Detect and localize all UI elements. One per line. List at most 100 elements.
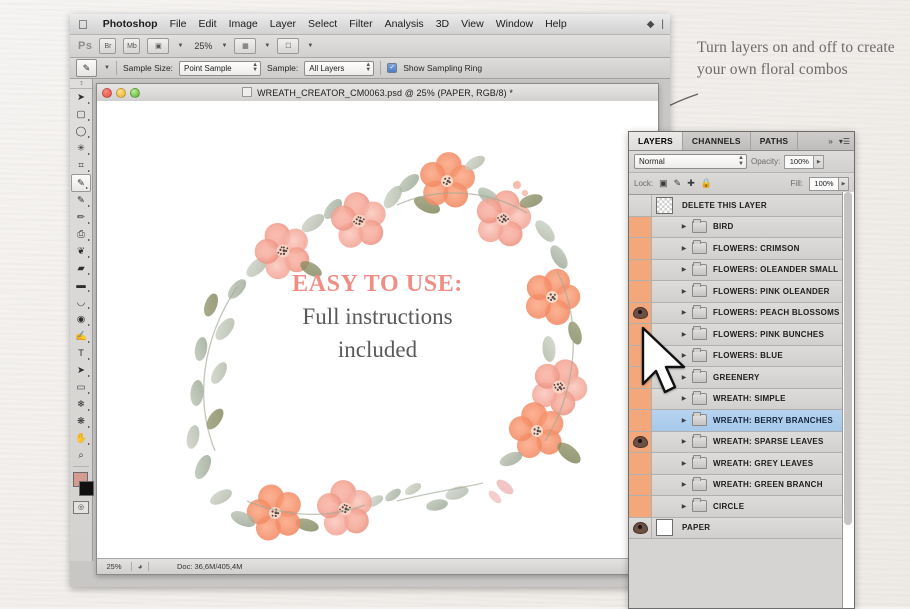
eye-off-icon[interactable] — [629, 410, 652, 431]
3d-rotate-tool[interactable]: ❄▸ — [70, 396, 92, 413]
show-sampling-ring-checkbox[interactable]: ✓ — [387, 63, 397, 73]
eye-icon[interactable] — [629, 303, 652, 324]
path-selection-tool[interactable]: ➤▸ — [70, 362, 92, 379]
group-disclosure-triangle-icon[interactable]: ▶ — [676, 460, 692, 467]
document-canvas[interactable]: EASY TO USE: Full instructions included — [97, 101, 658, 559]
color-chips[interactable] — [70, 470, 92, 500]
eyedropper-tool[interactable]: ✎▸ — [71, 174, 91, 192]
layer-row[interactable]: DELETE THIS LAYER — [629, 195, 854, 217]
menu-item-3d[interactable]: 3D — [430, 18, 455, 30]
healing-brush-tool[interactable]: ✎▸ — [70, 192, 92, 209]
blur-tool[interactable]: ◡▸ — [70, 294, 92, 311]
history-brush-tool[interactable]: ❦▸ — [70, 243, 92, 260]
lock-position-icon[interactable]: ✚ — [687, 178, 695, 189]
toolbox-grip[interactable]: ⁝⁝ — [70, 79, 92, 89]
layer-row[interactable]: ▶CIRCLE — [629, 496, 854, 518]
rectangle-tool[interactable]: ▭▸ — [70, 379, 92, 396]
eye-off-icon[interactable] — [629, 475, 652, 496]
group-disclosure-triangle-icon[interactable]: ▶ — [676, 223, 692, 230]
view-extras-icon[interactable]: ▣ — [147, 38, 169, 54]
brush-tool[interactable]: ✏▸ — [70, 209, 92, 226]
screen-mode-caret-icon[interactable]: ▼ — [307, 43, 313, 49]
group-disclosure-triangle-icon[interactable]: ▶ — [676, 503, 692, 510]
tab-paths[interactable]: PATHS — [751, 132, 799, 150]
layer-row[interactable]: PAPER — [629, 518, 854, 540]
screen-mode-icon[interactable]: ☐ — [277, 38, 299, 54]
marquee-tool[interactable]: ▢▸ — [70, 106, 92, 123]
layer-row[interactable]: ▶FLOWERS: PINK OLEANDER — [629, 281, 854, 303]
lock-transparent-pixels-icon[interactable]: ▣ — [659, 178, 668, 189]
layer-thumbnail[interactable] — [652, 519, 676, 536]
quick-mask-toggle[interactable]: ◎ — [70, 500, 92, 514]
arrange-documents-icon[interactable]: ▦ — [234, 38, 256, 54]
layer-thumbnail[interactable] — [652, 197, 676, 214]
fill-value[interactable]: 100% — [809, 177, 839, 191]
eye-off-icon[interactable] — [629, 195, 652, 216]
group-disclosure-triangle-icon[interactable]: ▶ — [676, 288, 692, 295]
lasso-tool[interactable]: ◯▸ — [70, 123, 92, 140]
layer-row[interactable]: ▶WREATH: BERRY BRANCHES — [629, 410, 854, 432]
tab-layers[interactable]: LAYERS — [629, 132, 683, 150]
arrange-caret-icon[interactable]: ▼ — [264, 43, 270, 49]
layer-row[interactable]: ▶FLOWERS: OLEANDER SMALL — [629, 260, 854, 282]
gradient-tool[interactable]: ▬▸ — [70, 277, 92, 294]
eraser-tool[interactable]: ▰▸ — [70, 260, 92, 277]
eye-icon[interactable] — [629, 518, 652, 539]
opacity-value[interactable]: 100% — [784, 155, 814, 169]
panel-menu-icon[interactable]: ▾☰ — [839, 137, 850, 146]
group-disclosure-triangle-icon[interactable]: ▶ — [676, 481, 692, 488]
menu-item-analysis[interactable]: Analysis — [379, 18, 430, 30]
sample-size-select[interactable]: Point Sample ▲▼ — [179, 61, 261, 76]
status-graph-icon[interactable]: ◕ — [132, 562, 149, 571]
eye-off-icon[interactable] — [629, 217, 652, 238]
type-tool[interactable]: T▸ — [70, 345, 92, 362]
tab-channels[interactable]: CHANNELS — [683, 132, 751, 150]
group-disclosure-triangle-icon[interactable]: ▶ — [676, 309, 692, 316]
group-disclosure-triangle-icon[interactable]: ▶ — [676, 266, 692, 273]
tool-preset-caret-icon[interactable]: ▼ — [104, 65, 110, 71]
dodge-tool[interactable]: ◉▸ — [70, 311, 92, 328]
layer-list[interactable]: DELETE THIS LAYER▶BIRD▶FLOWERS: CRIMSON▶… — [629, 195, 854, 609]
menu-item-help[interactable]: Help — [539, 18, 573, 30]
background-color-swatch[interactable] — [79, 481, 94, 496]
group-disclosure-triangle-icon[interactable]: ▶ — [676, 245, 692, 252]
close-button[interactable] — [102, 88, 112, 98]
apple-logo-icon[interactable]:  — [78, 18, 88, 31]
document-title-bar[interactable]: WREATH_CREATOR_CM0063.psd @ 25% (PAPER, … — [97, 84, 658, 102]
eye-off-icon[interactable] — [629, 260, 652, 281]
layer-row[interactable]: ▶WREATH: GREEN BRANCH — [629, 475, 854, 497]
menu-item-layer[interactable]: Layer — [264, 18, 302, 30]
lock-image-pixels-icon[interactable]: ✎ — [674, 178, 682, 189]
opacity-stepper-icon[interactable]: ▶ — [814, 155, 824, 169]
eyedropper-icon[interactable]: ✎ — [76, 59, 97, 77]
zoom-button[interactable] — [130, 88, 140, 98]
eye-off-icon[interactable] — [629, 496, 652, 517]
pen-tool[interactable]: ✍▸ — [70, 328, 92, 345]
layer-row[interactable]: ▶FLOWERS: PEACH BLOSSOMS — [629, 303, 854, 325]
group-disclosure-triangle-icon[interactable]: ▶ — [676, 438, 692, 445]
menu-item-edit[interactable]: Edit — [193, 18, 223, 30]
layer-row[interactable]: ▶WREATH: GREY LEAVES — [629, 453, 854, 475]
blend-mode-select[interactable]: Normal ▲▼ — [634, 154, 747, 169]
sample-select[interactable]: All Layers ▲▼ — [304, 61, 374, 76]
mini-bridge-icon[interactable]: Mb — [123, 38, 140, 54]
fill-stepper-icon[interactable]: ▶ — [839, 177, 849, 191]
dropbox-icon[interactable]: ◆ — [647, 19, 655, 30]
text-cursor-icon[interactable]: | — [661, 19, 664, 30]
zoom-tool[interactable]: ⌕ — [70, 447, 92, 464]
zoom-level-caret-icon[interactable]: ▼ — [221, 43, 227, 49]
menu-item-window[interactable]: Window — [490, 18, 539, 30]
layer-row[interactable]: ▶WREATH: SPARSE LEAVES — [629, 432, 854, 454]
menu-item-photoshop[interactable]: Photoshop — [97, 18, 164, 30]
menu-item-image[interactable]: Image — [223, 18, 264, 30]
eye-icon[interactable] — [629, 432, 652, 453]
fill-field-group[interactable]: 100% ▶ — [809, 177, 849, 191]
scrollbar-thumb[interactable] — [844, 192, 852, 525]
layers-panel-scrollbar[interactable] — [842, 192, 854, 608]
move-tool[interactable]: ➤▸ — [70, 89, 92, 106]
hand-tool[interactable]: ✋▸ — [70, 430, 92, 447]
menu-item-file[interactable]: File — [164, 18, 193, 30]
menu-item-select[interactable]: Select — [302, 18, 343, 30]
group-disclosure-triangle-icon[interactable]: ▶ — [676, 417, 692, 424]
layer-row[interactable]: ▶FLOWERS: CRIMSON — [629, 238, 854, 260]
